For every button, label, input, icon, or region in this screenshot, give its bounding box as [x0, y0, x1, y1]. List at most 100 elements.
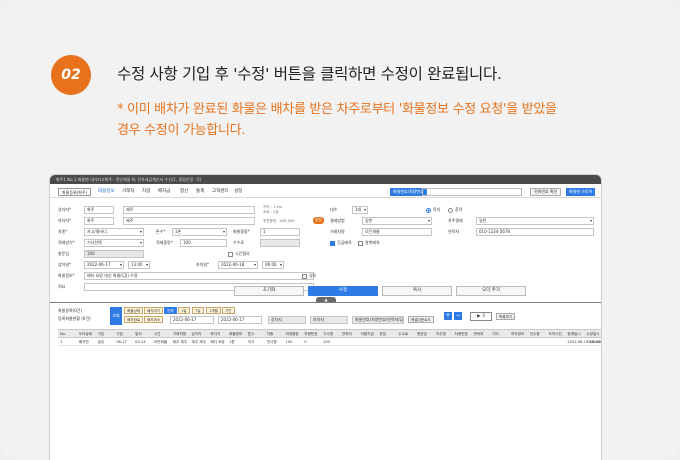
- table-column-header[interactable]: 연락처: [342, 330, 352, 338]
- table-column-header[interactable]: 상차지: [192, 330, 202, 338]
- table-column-header[interactable]: 톤수: [248, 330, 255, 338]
- play-button[interactable]: ▶ 3: [470, 312, 492, 321]
- shipper-name-field[interactable]: 화주: [84, 206, 114, 214]
- reset-button[interactable]: 초기화: [234, 286, 304, 296]
- filter-tag-complete[interactable]: 배차완료: [124, 316, 144, 323]
- fee-field[interactable]: [260, 239, 300, 247]
- filter-tag-status[interactable]: 화물상태: [124, 307, 144, 314]
- table-column-header[interactable]: 차량번호: [455, 330, 468, 338]
- search-input[interactable]: [422, 188, 522, 196]
- table-column-header[interactable]: 총운임: [417, 330, 427, 338]
- query-button[interactable]: 조회: [110, 307, 122, 325]
- driver-pay-select[interactable]: 일반: [476, 217, 594, 225]
- time-negotiable-checkbox[interactable]: [228, 252, 233, 257]
- table-column-header[interactable]: 수수료: [398, 330, 408, 338]
- table-row[interactable]: 1 배차전 공유 06-17 05-14 모든화물 제주 제주 제주 제주 배차 요망 1톤 카고 전…: [58, 338, 601, 346]
- filter-receiver-field[interactable]: 하차지: [310, 316, 348, 324]
- table-column-header[interactable]: 구분: [116, 330, 123, 338]
- table-cell: 06-17: [116, 340, 127, 344]
- filter-tag-all[interactable]: 전체: [164, 307, 177, 314]
- table-column-header[interactable]: 적재중량: [286, 330, 299, 338]
- pay-select[interactable]: 일반: [362, 217, 432, 225]
- filter-tag-waiting[interactable]: 배차대기: [144, 307, 164, 314]
- copy-button[interactable]: 복사: [382, 286, 452, 296]
- phone-check-button[interactable]: 전화번호 확인: [530, 188, 562, 196]
- contact-field[interactable]: 010-1234-5678: [476, 228, 594, 236]
- table-cell: 모든화물: [153, 340, 168, 344]
- table-column-header[interactable]: 차량지급: [361, 330, 374, 338]
- solo-radio[interactable]: [426, 208, 431, 213]
- menu-item-client[interactable]: 거래처: [122, 188, 134, 196]
- store-button[interactable]: 화물맨 스토어: [566, 188, 596, 196]
- table-column-header[interactable]: 일자: [135, 330, 142, 338]
- table-column-header[interactable]: 인수증: [530, 330, 540, 338]
- table-column-header[interactable]: 오더상태: [79, 330, 92, 338]
- vehicle-select[interactable]: 카고/윙바디: [84, 228, 144, 236]
- menu-item-settings[interactable]: 설정: [234, 188, 242, 196]
- table-column-header[interactable]: 시간: [154, 330, 161, 338]
- unload-date-field[interactable]: 2022-06-18: [218, 261, 258, 269]
- filter-keyword-field[interactable]: 화물번호/차량번호/연락처/담당자: [352, 316, 404, 324]
- company-field[interactable]: 모든화물: [362, 228, 432, 236]
- fare-button[interactable]: 운임: [313, 217, 324, 224]
- count-select[interactable]: 1대: [352, 206, 368, 214]
- table-column-header[interactable]: 기사명: [323, 330, 333, 338]
- shipper-address-field[interactable]: 제주: [123, 206, 255, 214]
- filter-tag-7day[interactable]: 7일: [192, 307, 204, 314]
- roundtrip-checkbox[interactable]: [358, 241, 363, 246]
- ton-select[interactable]: 1톤: [172, 228, 227, 236]
- table-column-header[interactable]: 기타: [492, 330, 499, 338]
- date-field[interactable]: 2022-06-17: [84, 261, 124, 269]
- menu-item-cargo[interactable]: 화물정보: [98, 188, 115, 196]
- menu-item-dispatch-fee[interactable]: 배차금: [158, 188, 170, 196]
- filter-tag-1month[interactable]: 1개월: [206, 307, 221, 314]
- edit-button[interactable]: 수정: [308, 286, 378, 296]
- amount-field[interactable]: 100: [84, 250, 144, 258]
- menu-item-support[interactable]: 고객센터: [212, 188, 229, 196]
- urgent-checkbox[interactable]: [330, 241, 335, 246]
- table-column-header[interactable]: 연락처: [473, 330, 483, 338]
- receiver-name-field[interactable]: 화주: [84, 217, 114, 225]
- receiver-address-field[interactable]: 제주: [123, 217, 255, 225]
- date-to-field[interactable]: 2022-06-17: [218, 316, 262, 324]
- load-select[interactable]: 기사선택: [84, 239, 144, 247]
- filter-tag-1day[interactable]: 1일: [178, 307, 190, 314]
- table-column-header[interactable]: 차량번호: [304, 330, 317, 338]
- remove-row-button[interactable]: −: [454, 312, 462, 320]
- table-column-header[interactable]: 차주명: [436, 330, 446, 338]
- driver-pay-label: 차주결제: [448, 218, 463, 223]
- mixed-radio[interactable]: [448, 208, 453, 213]
- weight-field[interactable]: 1: [260, 228, 300, 236]
- table-column-header[interactable]: No.: [60, 330, 66, 338]
- home-tab[interactable]: 화물등록(화주): [58, 188, 92, 196]
- table-column-header[interactable]: 차종: [267, 330, 274, 338]
- cargo-weight-field[interactable]: 100: [180, 239, 227, 247]
- table-column-header[interactable]: 거래처명: [173, 330, 186, 338]
- excel-download-button[interactable]: 엑셀다운로드: [408, 316, 434, 323]
- add-row-button[interactable]: +: [444, 312, 452, 320]
- time-select[interactable]: 13:00: [128, 261, 150, 269]
- date-from-field[interactable]: 2022-06-17: [170, 316, 214, 324]
- window-titlebar: 화주1 No.1 화물맨 네가지고화주 · 전산화물 N, 전자세금계산서 수신…: [50, 175, 601, 184]
- table-column-header[interactable]: 수정일시: [586, 330, 599, 338]
- table-column-header[interactable]: 하차지: [210, 330, 220, 338]
- info-field[interactable]: 배차 요망 대신 화물(CJ)) 수정: [84, 272, 314, 280]
- menu-item-vehicle[interactable]: 차량: [142, 188, 150, 196]
- table-column-header[interactable]: 하차정보: [511, 330, 524, 338]
- filter-tag-period[interactable]: 기간: [222, 307, 235, 314]
- table-column-header[interactable]: 등록일시: [567, 330, 580, 338]
- filter-tag-cancel[interactable]: 배차취소: [144, 316, 164, 323]
- table-column-header[interactable]: 구분: [98, 330, 105, 338]
- menu-item-settlement[interactable]: 정산: [180, 188, 188, 196]
- contact-label: 연락처: [448, 229, 460, 234]
- add-order-button[interactable]: 오더 추가: [456, 286, 526, 296]
- filter-shipper-field[interactable]: 상차지: [268, 316, 306, 324]
- via-checkbox[interactable]: [302, 274, 307, 279]
- unload-time-select[interactable]: 06:00: [262, 261, 284, 269]
- table-column-header[interactable]: 화물정보: [229, 330, 242, 338]
- list-view-button[interactable]: 목록보기: [496, 313, 516, 320]
- table-column-header[interactable]: 운임: [379, 330, 386, 338]
- table-column-header[interactable]: 도착시간: [549, 330, 562, 338]
- menu-item-stats[interactable]: 통계: [196, 188, 204, 196]
- table-cell: 0: [304, 340, 307, 344]
